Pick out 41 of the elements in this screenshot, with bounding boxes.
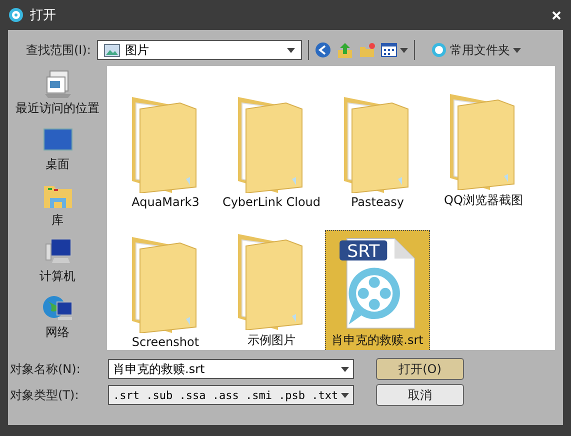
- file-type-badge: SRT: [339, 240, 387, 262]
- caret-icon: [341, 392, 349, 398]
- sidebar-item[interactable]: 网络: [42, 292, 74, 344]
- file-item[interactable]: SRT 肖申克的救赎.srt: [325, 230, 430, 350]
- sidebar-item[interactable]: 桌面: [42, 124, 74, 176]
- file-item[interactable]: Screenshot: [113, 212, 218, 350]
- file-name: AquaMark3: [132, 195, 200, 209]
- window-title: 打开: [30, 7, 57, 24]
- file-item[interactable]: QQ浏览器截图: [431, 72, 536, 212]
- file-name-field[interactable]: 肖申克的救赎.srt: [108, 359, 354, 379]
- sidebar-item[interactable]: 库: [42, 180, 74, 232]
- caret-icon: [512, 48, 521, 52]
- file-name-label: 对象名称(N):: [10, 360, 82, 378]
- file-name: 示例图片: [248, 332, 296, 349]
- file-name: QQ浏览器截图: [444, 192, 523, 209]
- file-type-label: 对象类型(T):: [10, 386, 80, 404]
- caret-icon: [286, 48, 295, 52]
- file-item[interactable]: CyberLink Cloud: [219, 72, 324, 212]
- file-name: CyberLink Cloud: [222, 195, 321, 209]
- file-item[interactable]: 示例图片: [219, 212, 324, 350]
- sidebar-item[interactable]: 计算机: [40, 236, 76, 288]
- file-item[interactable]: AquaMark3: [113, 72, 218, 212]
- back-icon[interactable]: [314, 42, 331, 58]
- file-name: Pasteasy: [350, 195, 404, 209]
- look-in-label: 查找范围(I):: [26, 42, 91, 58]
- caret-icon: [341, 366, 349, 372]
- cancel-button[interactable]: 取消: [376, 384, 464, 406]
- caret-icon: [400, 48, 408, 52]
- view-menu-button[interactable]: [380, 43, 408, 57]
- sidebar-item[interactable]: 最近访问的位置: [16, 68, 100, 120]
- file-item[interactable]: Pasteasy: [325, 72, 430, 212]
- file-type-dropdown[interactable]: .srt .sub .ssa .ass .smi .psb .txt: [108, 385, 354, 405]
- file-name: Screenshot: [132, 335, 200, 349]
- grid-view-icon: [380, 43, 397, 57]
- close-icon[interactable]: [552, 10, 561, 20]
- look-in-value: 图片: [124, 42, 150, 58]
- favorites-button[interactable]: 常用文件夹: [430, 42, 521, 58]
- open-button[interactable]: 打开(O): [376, 358, 464, 380]
- look-in-dropdown[interactable]: 图片: [96, 40, 302, 60]
- picture-folder-icon: [104, 44, 120, 56]
- file-name: 肖申克的救赎.srt: [332, 332, 424, 349]
